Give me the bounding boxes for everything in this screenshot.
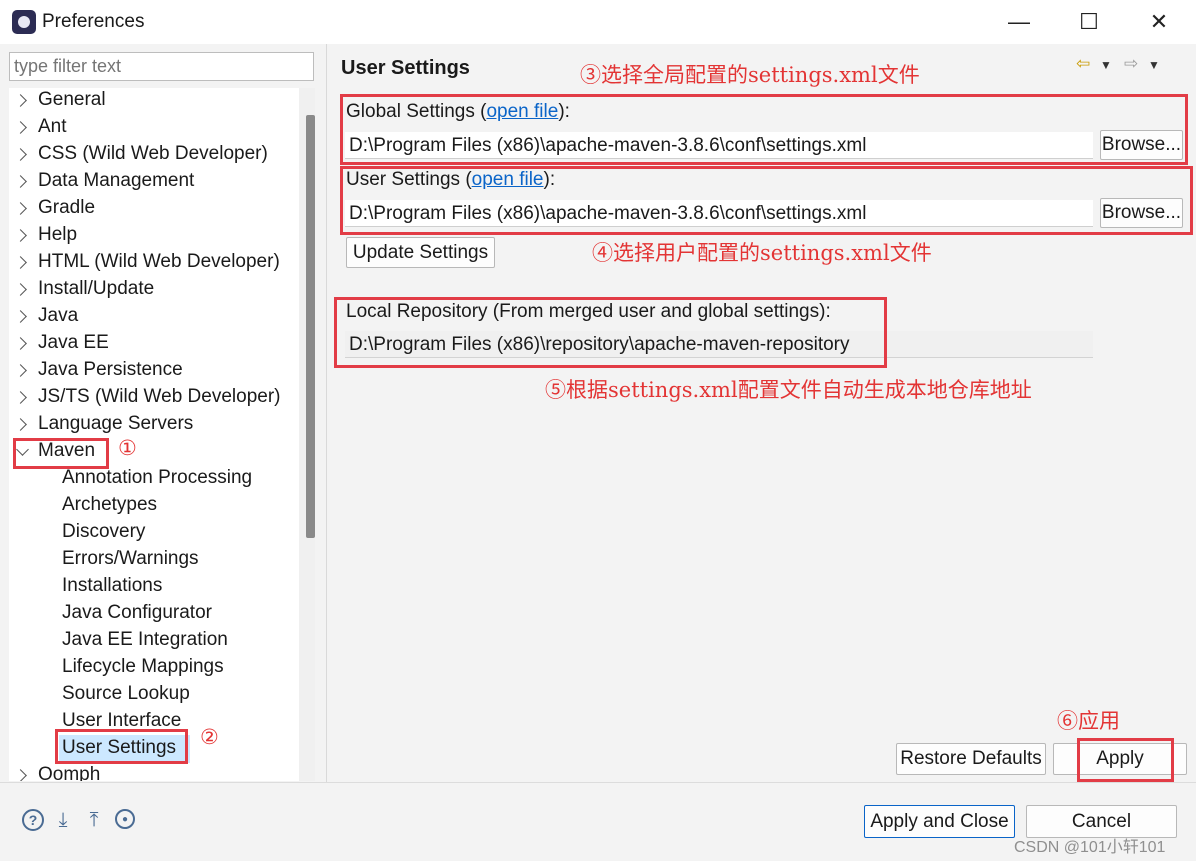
import-icon[interactable]: ⤓ [52,809,74,831]
chevron-right-icon[interactable] [14,94,27,107]
watermark: CSDN @101小轩101 [1014,839,1166,856]
tree-item-help[interactable]: Help [38,222,77,249]
chevron-right-icon[interactable] [14,175,27,188]
annotation-box-user-settings [55,729,188,764]
window-title: Preferences [42,11,145,32]
tree-item-installations[interactable]: Installations [62,573,162,600]
preference-tree: General Ant CSS (Wild Web Developer) Data M… [9,88,315,781]
record-icon[interactable]: ● [115,809,135,829]
chevron-right-icon[interactable] [14,283,27,296]
maximize-button[interactable]: ☐ [1066,6,1112,38]
tree-item-archetypes[interactable]: Archetypes [62,492,157,519]
tree-item-discovery[interactable]: Discovery [62,519,145,546]
back-menu-chevron-down-icon[interactable]: ▼ [1100,58,1112,72]
tree-item-java-persistence[interactable]: Java Persistence [38,357,183,384]
tree-item-annotation-processing[interactable]: Annotation Processing [62,465,252,492]
tree-item-java-ee-integration[interactable]: Java EE Integration [62,627,228,654]
chevron-right-icon[interactable] [14,337,27,350]
tree-scrollbar-thumb[interactable] [306,115,315,538]
minimize-button[interactable]: — [996,6,1042,38]
apply-and-close-button[interactable]: Apply and Close [864,805,1015,838]
annotation-3: ③选择全局配置的settings.xml文件 [580,63,920,87]
back-arrow-icon[interactable]: ⇦ [1076,54,1090,74]
tree-item-ant[interactable]: Ant [38,114,67,141]
chevron-right-icon[interactable] [14,229,27,242]
tree-item-data-management[interactable]: Data Management [38,168,194,195]
tree-item-source-lookup[interactable]: Source Lookup [62,681,190,708]
eclipse-app-icon [12,10,36,34]
chevron-right-icon[interactable] [14,256,27,269]
chevron-right-icon[interactable] [14,202,27,215]
page-title: User Settings [341,57,470,79]
chevron-right-icon[interactable] [14,310,27,323]
chevron-right-icon[interactable] [14,391,27,404]
forward-arrow-icon[interactable]: ⇨ [1124,54,1138,74]
tree-item-js-ts-wild-web-developer-[interactable]: JS/TS (Wild Web Developer) [38,384,281,411]
tree-item-errors-warnings[interactable]: Errors/Warnings [62,546,199,573]
annotation-box-maven [13,438,109,469]
annotation-6: ⑥应用 [1057,709,1120,733]
annotation-box-apply [1077,738,1174,782]
tree-item-css-wild-web-developer-[interactable]: CSS (Wild Web Developer) [38,141,268,168]
tree-item-gradle[interactable]: Gradle [38,195,95,222]
pane-splitter[interactable] [326,44,327,782]
tree-item-java[interactable]: Java [38,303,78,330]
chevron-right-icon[interactable] [14,418,27,431]
annotation-5: ⑤根据settings.xml配置文件自动生成本地仓库地址 [545,378,1032,402]
annotation-box-local-repository [334,297,887,368]
filter-input[interactable] [9,52,314,81]
tree-item-oomph[interactable]: Oomph [38,762,100,781]
help-icon[interactable]: ? [22,809,44,831]
tree-item-general[interactable]: General [38,88,106,114]
restore-defaults-button[interactable]: Restore Defaults [896,743,1046,775]
chevron-right-icon[interactable] [14,121,27,134]
forward-menu-chevron-down-icon[interactable]: ▼ [1148,58,1160,72]
annotation-box-global-settings [340,94,1188,165]
chevron-right-icon[interactable] [14,769,27,781]
export-icon[interactable]: ⤒ [83,809,105,831]
tree-item-html-wild-web-developer-[interactable]: HTML (Wild Web Developer) [38,249,280,276]
tree-item-java-configurator[interactable]: Java Configurator [62,600,212,627]
tree-item-java-ee[interactable]: Java EE [38,330,109,357]
chevron-right-icon[interactable] [14,148,27,161]
update-settings-button[interactable]: Update Settings [346,237,495,268]
tree-item-install-update[interactable]: Install/Update [38,276,154,303]
annotation-2: ② [200,725,219,749]
annotation-box-user-settings-field [340,166,1193,235]
close-window-button[interactable]: ✕ [1136,6,1182,38]
tree-item-language-servers[interactable]: Language Servers [38,411,193,438]
annotation-4: ④选择用户配置的settings.xml文件 [592,241,932,265]
annotation-1: ① [118,436,137,460]
chevron-right-icon[interactable] [14,364,27,377]
tree-item-lifecycle-mappings[interactable]: Lifecycle Mappings [62,654,224,681]
